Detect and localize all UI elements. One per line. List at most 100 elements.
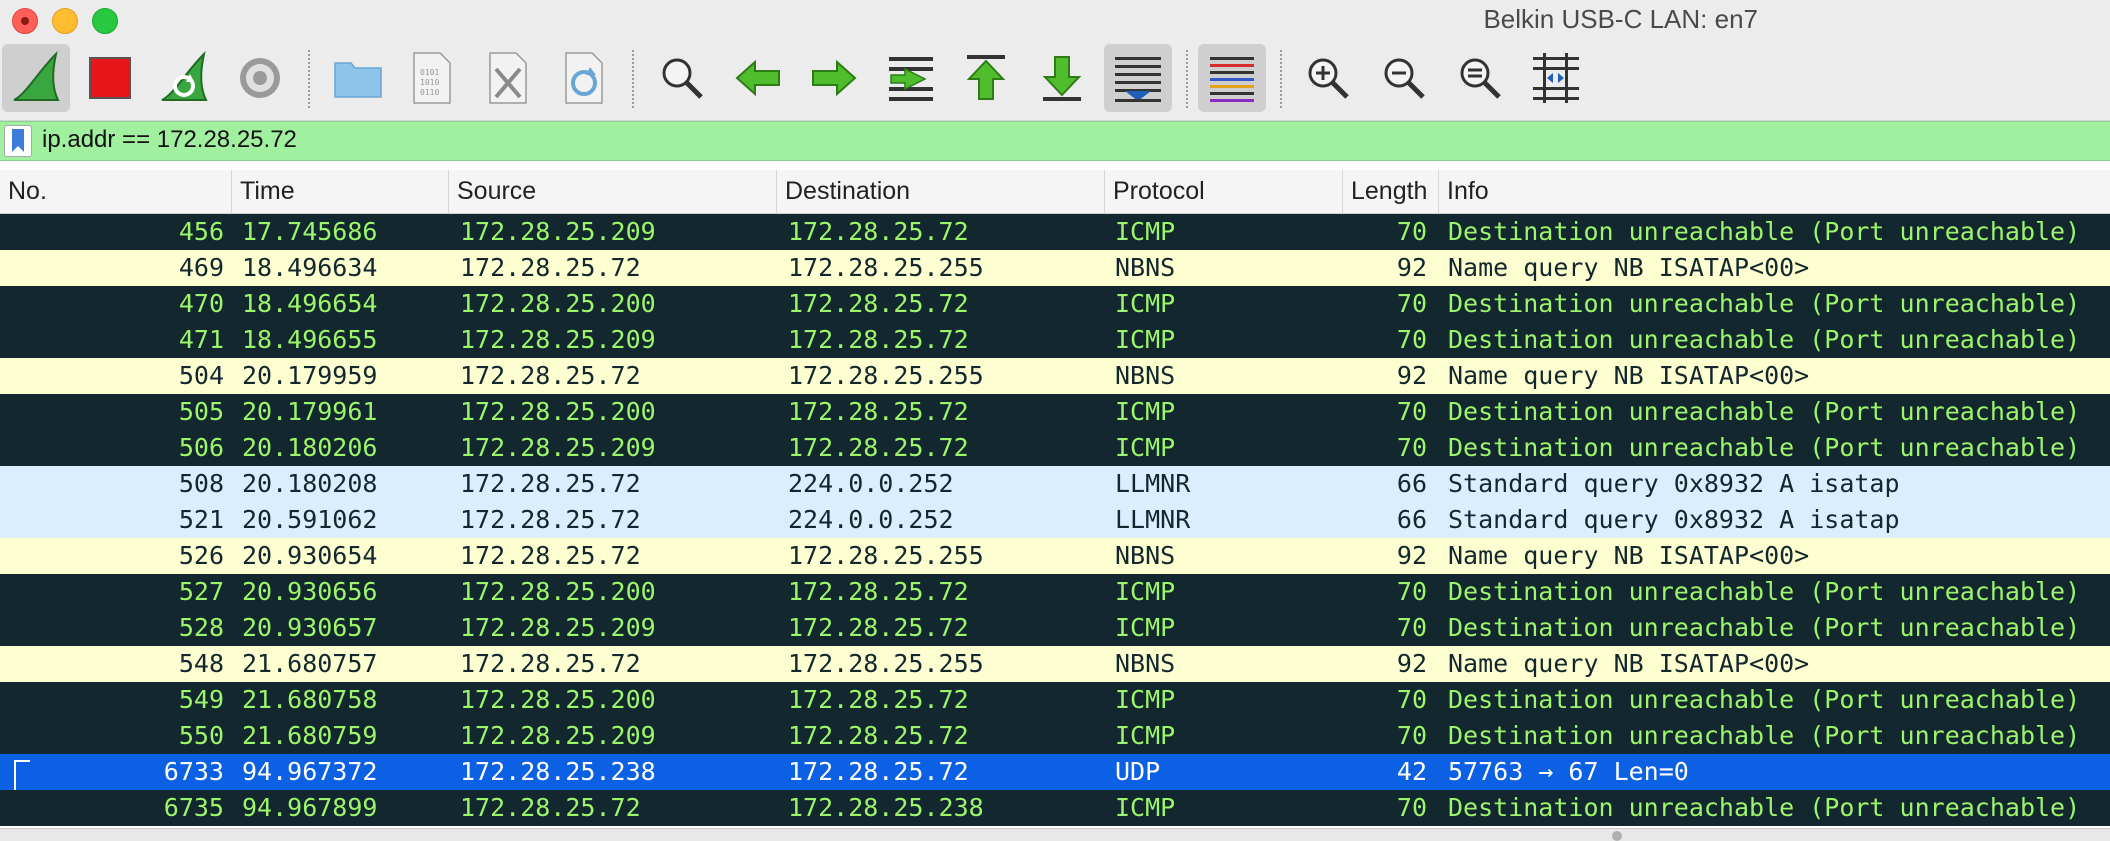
packet-destination: 172.28.25.255: [788, 541, 984, 570]
packet-row[interactable]: 469 18.496634 172.28.25.72 172.28.25.255 NBN…: [0, 250, 2110, 286]
packet-info: Destination unreachable (Port unreachabl…: [1448, 217, 2081, 246]
gear-icon: [240, 58, 280, 98]
pane-splitter[interactable]: [0, 828, 2110, 841]
packet-source: 172.28.25.209: [460, 433, 656, 462]
go-to-packet-button[interactable]: [876, 44, 944, 112]
packet-no: 470: [178, 289, 224, 318]
packet-no: 504: [178, 361, 224, 390]
packet-row[interactable]: 550 21.680759 172.28.25.209 172.28.25.72 ICM…: [0, 718, 2110, 754]
packet-info: Destination unreachable (Port unreachabl…: [1448, 793, 2081, 822]
packet-row[interactable]: 470 18.496654 172.28.25.200 172.28.25.72 ICM…: [0, 286, 2110, 322]
packet-length: 92: [1396, 541, 1427, 570]
stop-capture-button[interactable]: [76, 44, 144, 112]
go-back-button[interactable]: [724, 44, 792, 112]
go-last-button[interactable]: [1028, 44, 1096, 112]
minimize-window-button[interactable]: [52, 8, 78, 34]
reload-file-button[interactable]: [550, 44, 618, 112]
packet-row[interactable]: 456 17.745686 172.28.25.209 172.28.25.72 ICM…: [0, 214, 2110, 250]
column-header-destination[interactable]: Destination: [777, 170, 1105, 213]
packet-destination: 172.28.25.72: [788, 721, 969, 750]
packet-no: 456: [178, 217, 224, 246]
packet-row[interactable]: 6735 94.967899 172.28.25.72 172.28.25.238 IC…: [0, 790, 2110, 826]
capture-options-button[interactable]: [226, 44, 294, 112]
packet-no: 471: [178, 325, 224, 354]
packet-row[interactable]: 526 20.930654 172.28.25.72 172.28.25.255 NBN…: [0, 538, 2110, 574]
main-toolbar: 0101 1010 0110: [0, 40, 2110, 121]
restart-capture-button[interactable]: [150, 44, 218, 112]
colorize-button[interactable]: [1198, 44, 1266, 112]
open-file-button[interactable]: [324, 44, 392, 112]
packet-row[interactable]: 471 18.496655 172.28.25.209 172.28.25.72 ICM…: [0, 322, 2110, 358]
restart-fin-icon: [161, 50, 208, 101]
packet-destination: 172.28.25.255: [788, 253, 984, 282]
packet-destination: 224.0.0.252: [788, 505, 954, 534]
zoom-out-icon: [1384, 58, 1425, 99]
packet-time: 94.967899: [242, 793, 378, 822]
packet-source: 172.28.25.209: [460, 721, 656, 750]
close-window-button[interactable]: [12, 8, 38, 34]
packet-no: 508: [178, 469, 224, 498]
packet-length: 70: [1396, 613, 1427, 642]
column-header-no[interactable]: No.: [0, 170, 232, 213]
start-capture-button[interactable]: [2, 44, 70, 112]
packet-destination: 172.28.25.72: [788, 613, 969, 642]
save-file-button[interactable]: 0101 1010 0110: [398, 44, 466, 112]
packet-protocol: ICMP: [1115, 721, 1176, 750]
column-header-time[interactable]: Time: [232, 170, 449, 213]
packet-info: Destination unreachable (Port unreachabl…: [1448, 433, 2081, 462]
go-first-button[interactable]: [952, 44, 1020, 112]
column-header-info[interactable]: Info: [1439, 170, 2110, 213]
packet-protocol: ICMP: [1115, 397, 1176, 426]
packet-destination: 172.28.25.72: [788, 325, 969, 354]
packet-row[interactable]: 506 20.180206 172.28.25.209 172.28.25.72 ICM…: [0, 430, 2110, 466]
packet-info: 57763 → 67 Len=0: [1448, 757, 1689, 786]
packet-source: 172.28.25.72: [460, 361, 641, 390]
arrow-right-icon: [812, 59, 857, 97]
display-filter-input[interactable]: ip.addr == 172.28.25.72: [42, 126, 297, 154]
packet-source: 172.28.25.72: [460, 253, 641, 282]
packet-row[interactable]: 505 20.179961 172.28.25.200 172.28.25.72 ICM…: [0, 394, 2110, 430]
packet-row[interactable]: 508 20.180208 172.28.25.72 224.0.0.252 LLMNR…: [0, 466, 2110, 502]
autoscroll-button[interactable]: [1104, 44, 1172, 112]
packet-destination: 172.28.25.72: [788, 685, 969, 714]
jump-icon: [889, 57, 933, 101]
packet-protocol: ICMP: [1115, 289, 1176, 318]
close-file-button[interactable]: [474, 44, 542, 112]
packet-time: 20.179959: [242, 361, 378, 390]
maximize-window-button[interactable]: [92, 8, 118, 34]
packet-info: Name query NB ISATAP<00>: [1448, 361, 1810, 390]
packet-no: 528: [178, 613, 224, 642]
packet-row[interactable]: 6733 94.967372 172.28.25.238 172.28.25.72 UD…: [0, 754, 2110, 790]
packet-protocol: UDP: [1115, 757, 1161, 786]
packet-length: 70: [1396, 325, 1427, 354]
column-header-source[interactable]: Source: [449, 170, 777, 213]
packet-no: 521: [178, 505, 224, 534]
arrow-up-bar-icon: [966, 55, 1006, 100]
column-header-protocol[interactable]: Protocol: [1105, 170, 1343, 213]
packet-info: Destination unreachable (Port unreachabl…: [1448, 397, 2081, 426]
zoom-out-button[interactable]: [1370, 44, 1438, 112]
find-packet-button[interactable]: [648, 44, 716, 112]
filter-bookmark-button[interactable]: [4, 125, 32, 157]
resize-columns-button[interactable]: [1522, 44, 1590, 112]
packet-length: 66: [1396, 469, 1427, 498]
packet-time: 21.680757: [242, 649, 378, 678]
packet-no: 506: [178, 433, 224, 462]
zoom-in-button[interactable]: [1294, 44, 1362, 112]
packet-row[interactable]: 548 21.680757 172.28.25.72 172.28.25.255 NBN…: [0, 646, 2110, 682]
binary-file-icon: 0101 1010 0110: [413, 52, 451, 104]
column-header-length[interactable]: Length: [1343, 170, 1439, 213]
packet-row[interactable]: 528 20.930657 172.28.25.209 172.28.25.72 ICM…: [0, 610, 2110, 646]
packet-row[interactable]: 549 21.680758 172.28.25.200 172.28.25.72 ICM…: [0, 682, 2110, 718]
packet-length: 70: [1396, 289, 1427, 318]
packet-row[interactable]: 527 20.930656 172.28.25.200 172.28.25.72 ICM…: [0, 574, 2110, 610]
bookmark-icon: [12, 129, 24, 152]
packet-info: Name query NB ISATAP<00>: [1448, 541, 1810, 570]
packet-time: 20.930657: [242, 613, 378, 642]
normal-size-button[interactable]: [1446, 44, 1514, 112]
packet-row[interactable]: 521 20.591062 172.28.25.72 224.0.0.252 LLMNR…: [0, 502, 2110, 538]
go-forward-button[interactable]: [800, 44, 868, 112]
autoscroll-icon: [1115, 57, 1161, 102]
packet-row[interactable]: 504 20.179959 172.28.25.72 172.28.25.255 NBN…: [0, 358, 2110, 394]
packet-time: 18.496634: [242, 253, 378, 282]
